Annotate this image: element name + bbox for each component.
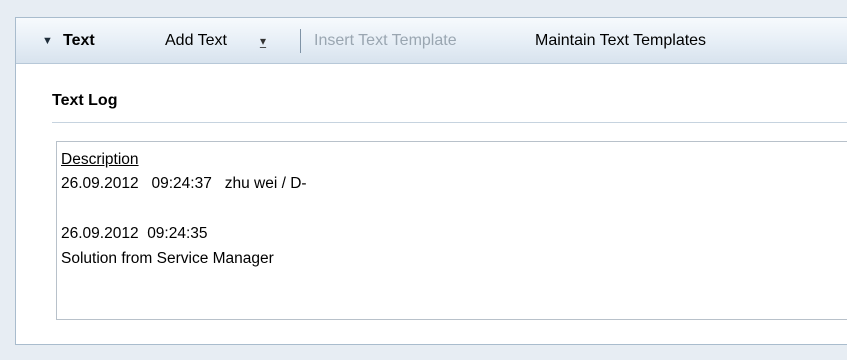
collapse-icon[interactable]: ▼ — [42, 18, 53, 64]
title-divider — [52, 122, 847, 123]
section-title[interactable]: Text — [63, 18, 95, 64]
add-text-button[interactable]: Add Text — [165, 18, 227, 64]
insert-text-template-button: Insert Text Template — [314, 32, 457, 49]
maintain-text-templates-button[interactable]: Maintain Text Templates — [535, 18, 706, 64]
text-log-box[interactable]: Description 26.09.2012 09:24:37 zhu wei … — [56, 141, 847, 320]
dropdown-arrow-icon[interactable]: ▾̲ — [260, 18, 266, 64]
log-description-heading: Description — [61, 151, 139, 168]
text-toolbar: ▼ Text Add Text ▾̲ Insert Text Template … — [16, 18, 847, 64]
log-entry-line: 26.09.2012 09:24:37 zhu wei / D- — [61, 175, 307, 192]
log-entry-line: 26.09.2012 09:24:35 — [61, 225, 208, 242]
text-log-title: Text Log — [52, 92, 118, 109]
log-entry-line: Solution from Service Manager — [61, 250, 274, 267]
text-panel: ▼ Text Add Text ▾̲ Insert Text Template … — [15, 17, 847, 345]
toolbar-divider — [300, 29, 301, 53]
